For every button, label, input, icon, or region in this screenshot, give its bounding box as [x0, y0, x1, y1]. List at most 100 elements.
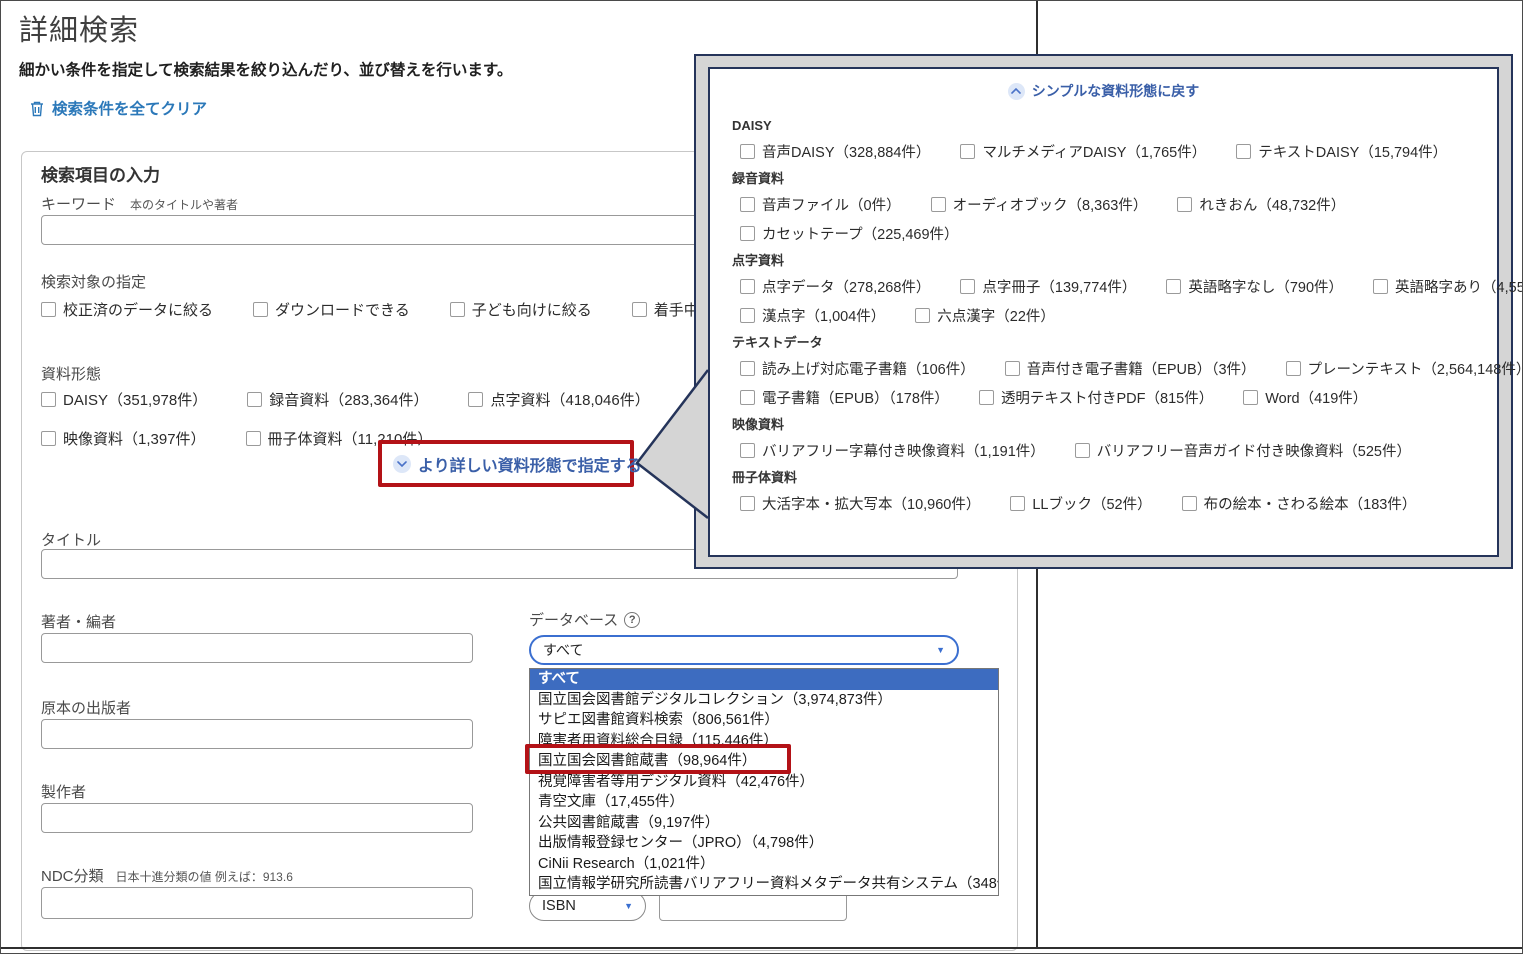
database-select[interactable]: すべて ▼: [529, 635, 959, 665]
checkbox[interactable]: [740, 496, 755, 511]
dropdown-option[interactable]: 公共図書館蔵書（9,197件）: [530, 813, 998, 834]
checkbox-item[interactable]: DAISY（351,978件）: [41, 389, 207, 410]
checkbox-item[interactable]: テキストDAISY（15,794件）: [1236, 141, 1447, 162]
author-input[interactable]: [41, 633, 473, 663]
producer-input[interactable]: [41, 803, 473, 833]
publisher-input[interactable]: [41, 719, 473, 749]
checkbox-item[interactable]: 漢点字（1,004件）: [740, 305, 885, 326]
checkbox-item[interactable]: 布の絵本・さわる絵本（183件）: [1182, 493, 1417, 514]
dropdown-option[interactable]: CiNii Research（1,021件）: [530, 854, 998, 875]
checkbox[interactable]: [740, 361, 755, 376]
checkbox-item[interactable]: 点字冊子（139,774件）: [960, 276, 1136, 297]
checkbox-item[interactable]: カセットテープ（225,469件）: [740, 223, 959, 244]
checkbox[interactable]: [1075, 443, 1090, 458]
checkbox-item[interactable]: マルチメディアDAISY（1,765件）: [960, 141, 1206, 162]
checkbox[interactable]: [1243, 390, 1258, 405]
dropdown-option[interactable]: 青空文庫（17,455件）: [530, 792, 998, 813]
checkbox[interactable]: [740, 390, 755, 405]
checkbox-item[interactable]: 点字資料（418,046件）: [468, 389, 649, 410]
checkbox-item[interactable]: 読み上げ対応電子書籍（106件）: [740, 358, 975, 379]
checkbox-item[interactable]: オーディオブック（8,363件）: [931, 194, 1148, 215]
dropdown-option[interactable]: 国立国会図書館デジタルコレクション（3,974,873件）: [530, 690, 998, 711]
checkbox-label: 英語略字あり（4,555件）: [1395, 276, 1523, 297]
checkbox-item[interactable]: 大活字本・拡大写本（10,960件）: [740, 493, 980, 514]
checkbox[interactable]: [740, 197, 755, 212]
dropdown-option[interactable]: サピエ図書館資料検索（806,561件）: [530, 710, 998, 731]
checkbox-item[interactable]: バリアフリー字幕付き映像資料（1,191件）: [740, 440, 1045, 461]
checkbox-item[interactable]: 音声付き電子書籍（EPUB）（3件）: [1005, 358, 1256, 379]
checkbox-item[interactable]: プレーンテキスト（2,564,148件）: [1286, 358, 1523, 379]
checkbox-item[interactable]: 英語略字あり（4,555件）: [1373, 276, 1523, 297]
checkbox-row: バリアフリー字幕付き映像資料（1,191件） バリアフリー音声ガイド付き映像資料（…: [732, 440, 1475, 461]
checkbox[interactable]: [960, 144, 975, 159]
checkbox[interactable]: [1286, 361, 1301, 376]
checkbox[interactable]: [1373, 279, 1388, 294]
database-label: データベース: [529, 609, 618, 630]
title-field-label: タイトル: [41, 529, 101, 550]
back-to-simple-formats-link[interactable]: シンプルな資料形態に戻す: [1008, 81, 1200, 101]
isbn-selected-value: ISBN: [542, 898, 576, 914]
checkbox[interactable]: [632, 302, 647, 317]
checkbox[interactable]: [41, 431, 56, 446]
checkbox[interactable]: [1236, 144, 1251, 159]
checkbox-item[interactable]: 校正済のデータに絞る: [41, 299, 213, 320]
checkbox-item[interactable]: Word（419件）: [1243, 387, 1367, 408]
checkbox-item[interactable]: れきおん（48,732件）: [1177, 194, 1345, 215]
dropdown-option[interactable]: 国立情報学研究所読書バリアフリー資料メタデータ共有システム（348件）: [530, 874, 998, 895]
clear-all-conditions-label: 検索条件を全てクリア: [52, 97, 207, 119]
checkbox-item[interactable]: 録音資料（283,364件）: [247, 389, 428, 410]
dropdown-option[interactable]: 障害者用資料総合目録（115,446件）: [530, 731, 998, 752]
checkbox[interactable]: [246, 431, 261, 446]
section-title: 映像資料: [732, 416, 1475, 433]
checkbox-item[interactable]: 六点漢字（22件）: [915, 305, 1055, 326]
checkbox[interactable]: [1166, 279, 1181, 294]
checkbox-item[interactable]: バリアフリー音声ガイド付き映像資料（525件）: [1075, 440, 1411, 461]
checkbox[interactable]: [740, 279, 755, 294]
dropdown-option[interactable]: 出版情報登録センター（JPRO）（4,798件）: [530, 833, 998, 854]
question-circle-icon[interactable]: ?: [624, 612, 640, 628]
checkbox[interactable]: [960, 279, 975, 294]
checkbox-row: 漢点字（1,004件） 六点漢字（22件）: [732, 305, 1475, 326]
checkbox[interactable]: [740, 308, 755, 323]
checkbox-row: 点字データ（278,268件） 点字冊子（139,774件） 英語略字なし（790件…: [732, 276, 1475, 297]
checkbox-label: 英語略字なし（790件）: [1188, 276, 1343, 297]
checkbox-item[interactable]: LLブック（52件）: [1010, 493, 1151, 514]
checkbox-item[interactable]: 点字データ（278,268件）: [740, 276, 930, 297]
checkbox-row: 読み上げ対応電子書籍（106件）音声付き電子書籍（EPUB）（3件）プレーンテキ…: [732, 358, 1475, 379]
checkbox[interactable]: [1177, 197, 1192, 212]
checkbox[interactable]: [247, 392, 262, 407]
checkbox[interactable]: [41, 302, 56, 317]
checkbox-item[interactable]: 映像資料（1,397件）: [41, 428, 206, 449]
checkbox[interactable]: [1005, 361, 1020, 376]
checkbox[interactable]: [931, 197, 946, 212]
checkbox-item[interactable]: 電子書籍（EPUB）（178件）: [740, 387, 949, 408]
checkbox[interactable]: [1182, 496, 1197, 511]
checkbox-label: れきおん（48,732件）: [1199, 194, 1345, 215]
checkbox[interactable]: [979, 390, 994, 405]
checkbox-label: 映像資料（1,397件）: [63, 428, 206, 449]
checkbox[interactable]: [740, 226, 755, 241]
ndc-input[interactable]: [41, 887, 473, 919]
checkbox[interactable]: [1010, 496, 1025, 511]
show-detailed-formats-link[interactable]: より詳しい資料形態で指定する: [393, 452, 642, 476]
checkbox[interactable]: [41, 392, 56, 407]
checkbox-item[interactable]: 冊子体資料（11,210件）: [246, 428, 433, 449]
dropdown-option[interactable]: すべて: [530, 669, 998, 690]
isbn-type-select[interactable]: ISBN ▼: [529, 891, 646, 921]
checkbox-item[interactable]: 音声DAISY（328,884件）: [740, 141, 930, 162]
checkbox-item[interactable]: 英語略字なし（790件）: [1166, 276, 1343, 297]
checkbox[interactable]: [253, 302, 268, 317]
dropdown-option[interactable]: 視覚障害者等用デジタル資料（42,476件）: [530, 772, 998, 793]
checkbox-item[interactable]: 透明テキスト付きPDF（815件）: [979, 387, 1213, 408]
dropdown-option[interactable]: 国立国会図書館蔵書（98,964件）: [530, 751, 998, 772]
checkbox[interactable]: [740, 144, 755, 159]
checkbox[interactable]: [450, 302, 465, 317]
checkbox-item[interactable]: 音声ファイル（0件）: [740, 194, 901, 215]
checkbox[interactable]: [468, 392, 483, 407]
checkbox[interactable]: [915, 308, 930, 323]
checkbox[interactable]: [740, 443, 755, 458]
checkbox-item[interactable]: 子ども向けに絞る: [450, 299, 592, 320]
checkbox-item[interactable]: ダウンロードできる: [253, 299, 410, 320]
checkbox-label: 電子書籍（EPUB）（178件）: [762, 387, 949, 408]
clear-all-conditions-link[interactable]: 検索条件を全てクリア: [29, 97, 207, 119]
